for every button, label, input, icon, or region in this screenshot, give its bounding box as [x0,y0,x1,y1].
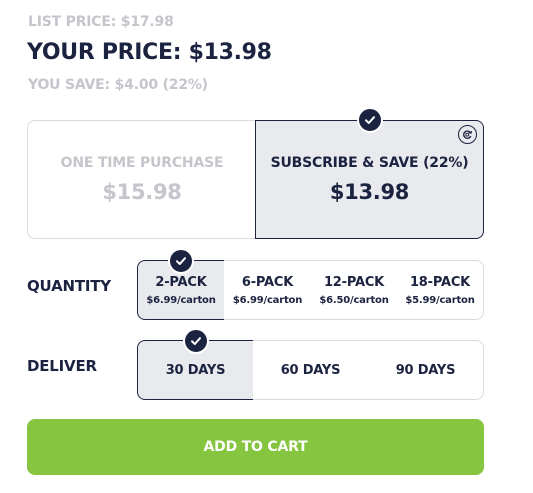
add-to-cart-button[interactable]: ADD TO CART [27,419,484,475]
quantity-option-label: 18-PACK [409,274,471,290]
quantity-option-18-pack[interactable]: 18-PACK $5.99/carton [397,260,484,320]
deliver-option-label: 30 DAYS [165,362,226,378]
deliver-option-60-days[interactable]: 60 DAYS [253,340,369,400]
check-icon [183,328,209,354]
deliver-option-label: 60 DAYS [280,362,341,378]
quantity-option-6-pack[interactable]: 6-PACK $6.99/carton [224,260,312,320]
quantity-option-label: 6-PACK [241,274,294,290]
subscribe-and-save-option[interactable]: SUBSCRIBE & SAVE (22%) $13.98 [255,120,484,239]
deliver-label: DELIVER [27,357,97,375]
quantity-label: QUANTITY [27,277,111,295]
subscribe-and-save-price: $13.98 [329,180,410,204]
quantity-option-12-pack[interactable]: 12-PACK $6.50/carton [311,260,398,320]
subscribe-and-save-label: SUBSCRIBE & SAVE (22%) [270,155,469,171]
you-save: YOU SAVE: $4.00 (22%) [28,77,208,93]
deliver-option-90-days[interactable]: 90 DAYS [368,340,484,400]
one-time-purchase-price: $15.98 [102,180,182,204]
recycle-icon [458,125,477,144]
list-price: LIST PRICE: $17.98 [28,14,174,30]
one-time-purchase-option[interactable]: ONE TIME PURCHASE $15.98 [27,120,256,239]
check-icon [168,248,194,274]
your-price: YOUR PRICE: $13.98 [27,40,272,65]
quantity-option-price: $6.99/carton [232,294,303,306]
check-icon [357,107,383,133]
quantity-option-price: $5.99/carton [405,294,475,306]
quantity-option-label: 2-PACK [155,274,207,290]
deliver-option-label: 90 DAYS [395,362,456,378]
quantity-option-label: 12-PACK [323,274,385,290]
one-time-purchase-label: ONE TIME PURCHASE [60,155,224,171]
quantity-option-price: $6.50/carton [319,294,389,306]
quantity-option-price: $6.99/carton [146,294,216,306]
